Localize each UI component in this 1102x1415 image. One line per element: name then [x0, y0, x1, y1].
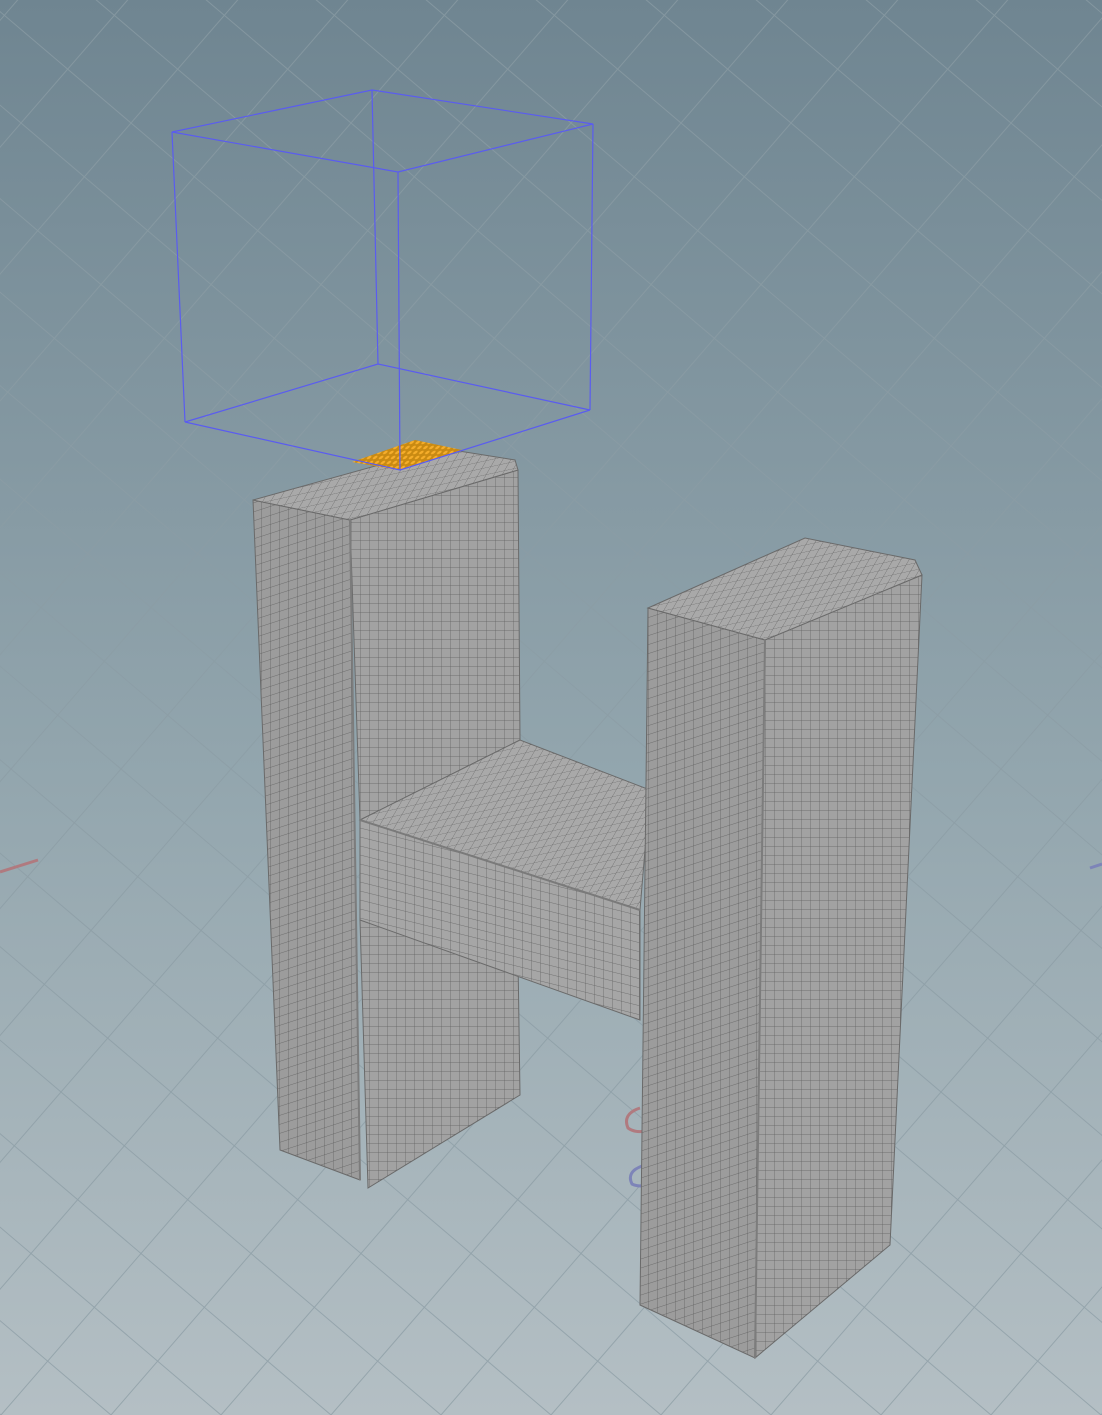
scene-canvas[interactable] [0, 0, 1102, 1415]
viewport-background [0, 0, 1102, 1415]
right-pillar-side-face [639, 607, 766, 1359]
3d-viewport[interactable] [0, 0, 1102, 1415]
